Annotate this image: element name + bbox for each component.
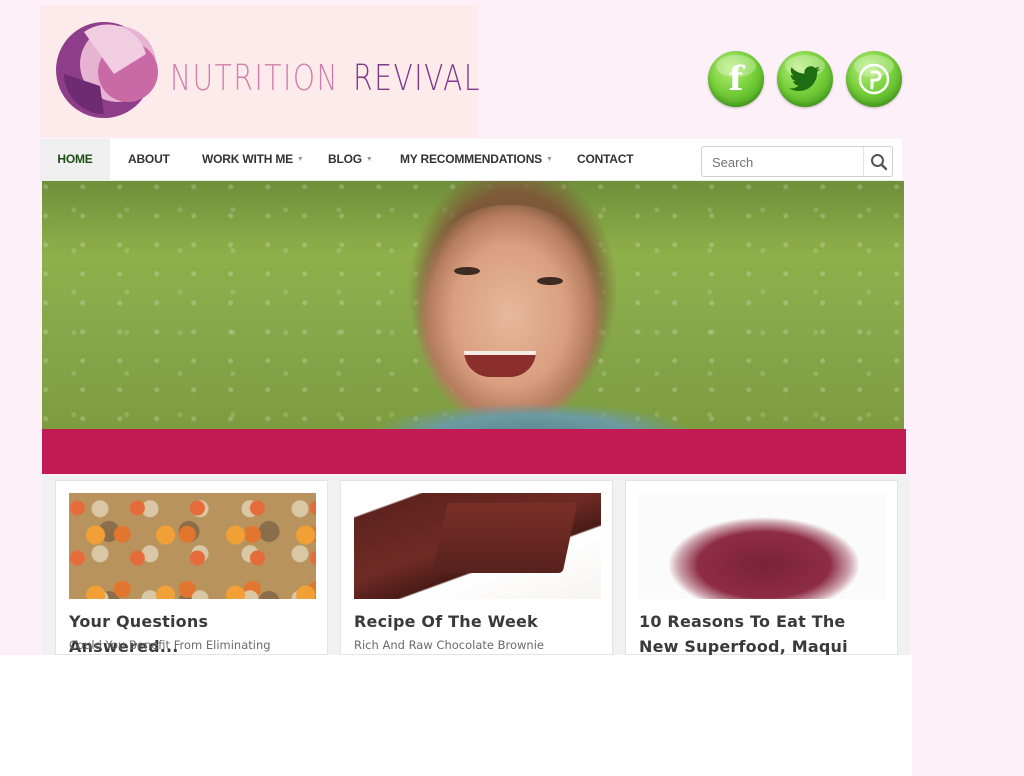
facebook-icon[interactable]: f bbox=[708, 51, 764, 107]
search-box bbox=[701, 146, 893, 177]
hero-face bbox=[410, 205, 610, 429]
chevron-down-icon: ▼ bbox=[545, 156, 553, 164]
nav-contact[interactable]: CONTACT bbox=[577, 139, 634, 180]
facebook-glyph: f bbox=[728, 59, 744, 99]
brand-name-part1: NUTRITION bbox=[170, 58, 340, 99]
chevron-down-icon: ▼ bbox=[365, 156, 373, 164]
logo-icon[interactable] bbox=[54, 14, 162, 122]
chevron-down-icon: ▼ bbox=[296, 156, 304, 164]
brand-name[interactable]: NUTRITION REVIVAL bbox=[170, 58, 481, 99]
hero-scarf bbox=[372, 403, 692, 429]
nav-about[interactable]: ABOUT bbox=[128, 139, 170, 180]
post-card[interactable]: 10 Reasons To Eat The New Superfood, Maq… bbox=[625, 480, 898, 681]
hero-eye-right bbox=[537, 277, 563, 285]
post-excerpt: Rich And Raw Chocolate Brownie bbox=[354, 638, 544, 652]
pinterest-p-icon bbox=[858, 63, 890, 95]
nav-my-recommendations[interactable]: MY RECOMMENDATIONS ▼ bbox=[400, 139, 553, 180]
pinterest-icon[interactable] bbox=[846, 51, 902, 107]
nav-blog-label: BLOG bbox=[328, 152, 362, 166]
post-card[interactable]: Your Questions Answered... Could You Ben… bbox=[55, 480, 328, 656]
twitter-bird-icon bbox=[789, 66, 820, 91]
post-card[interactable]: Recipe Of The Week Rich And Raw Chocolat… bbox=[340, 480, 613, 655]
accent-bar bbox=[42, 429, 906, 474]
nav-about-label: ABOUT bbox=[128, 152, 170, 166]
post-thumbnail-brownie[interactable] bbox=[354, 493, 601, 599]
search-divider bbox=[863, 147, 864, 176]
twitter-icon[interactable] bbox=[777, 51, 833, 107]
main-nav: HOME ABOUT WORK WITH ME ▼ BLOG ▼ MY RECOMM… bbox=[40, 139, 902, 181]
search-icon[interactable] bbox=[870, 153, 888, 171]
search-input[interactable] bbox=[712, 153, 852, 171]
nav-my-recommendations-label: MY RECOMMENDATIONS bbox=[400, 152, 542, 166]
post-thumbnail-seeds[interactable] bbox=[69, 493, 316, 599]
brand-name-part2: REVIVAL bbox=[353, 58, 482, 99]
nav-home-label: HOME bbox=[57, 152, 93, 166]
nav-work-with-me[interactable]: WORK WITH ME ▼ bbox=[202, 139, 304, 180]
post-excerpt: Could You Benefit From Eliminating bbox=[69, 638, 271, 652]
post-thumbnail-powder[interactable] bbox=[639, 493, 886, 599]
hero-image bbox=[42, 181, 904, 429]
hero-eye-left bbox=[454, 267, 480, 275]
nav-work-with-me-label: WORK WITH ME bbox=[202, 152, 293, 166]
post-title[interactable]: Recipe Of The Week bbox=[354, 609, 604, 634]
nav-blog[interactable]: BLOG ▼ bbox=[328, 139, 373, 180]
nav-contact-label: CONTACT bbox=[577, 152, 634, 166]
content-cutoff bbox=[0, 655, 912, 776]
nav-home[interactable]: HOME bbox=[40, 139, 110, 180]
